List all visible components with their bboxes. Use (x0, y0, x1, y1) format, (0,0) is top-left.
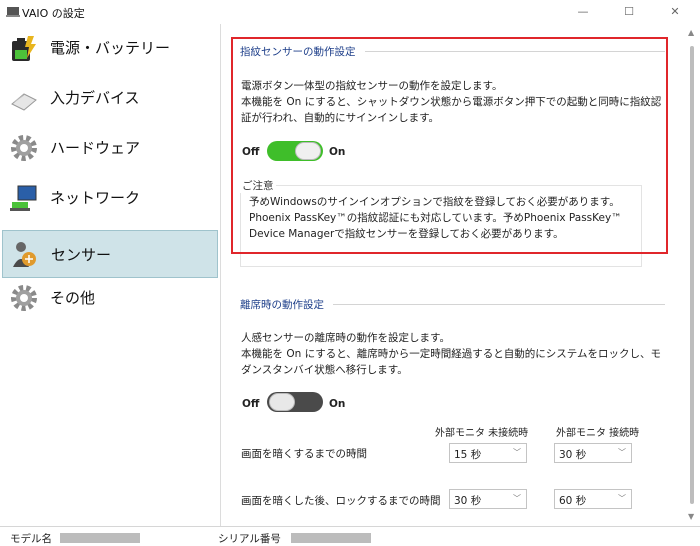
lock-time-connected-select[interactable]: 60 秒 ﹀ (554, 489, 632, 509)
status-bar: モデル名 シリアル番号 (0, 526, 700, 546)
toggle-knob (269, 393, 295, 411)
serial-number-label: シリアル番号 (218, 533, 281, 545)
chevron-down-icon: ﹀ (513, 494, 521, 503)
mouse-icon (11, 93, 37, 111)
window-title: VAIO の設定 (22, 7, 85, 20)
column-header-monitor-connected: 外部モニタ 接続時 (556, 428, 640, 439)
dim-time-label: 画面を暗くするまでの時間 (241, 448, 367, 460)
away-toggle-on-label: On (329, 398, 346, 410)
lock-time-disconnected-select[interactable]: 30 秒 ﹀ (449, 489, 527, 509)
column-header-monitor-disconnected: 外部モニタ 未接続時 (435, 428, 529, 439)
app-icon (6, 7, 20, 17)
away-desc-line2: 本機能を On にすると、離席時から一定時間経過すると自動的にシステムをロックし… (241, 348, 661, 360)
select-value: 30 秒 (454, 495, 482, 507)
maximize-button[interactable]: ☐ (606, 0, 652, 24)
dim-time-connected-select[interactable]: 30 秒 ﹀ (554, 443, 632, 463)
serial-number-value (291, 533, 371, 543)
sidebar-item-label: その他 (50, 289, 96, 307)
sensor-icon (13, 242, 36, 267)
select-value: 60 秒 (559, 495, 587, 507)
sidebar: 電源・バッテリー 入力デバイス ハードウェア ネットワーク センサー その他 (0, 24, 221, 526)
dim-time-disconnected-select[interactable]: 15 秒 ﹀ (449, 443, 527, 463)
gear-icon (11, 285, 37, 311)
away-desc-line3: ダンスタンバイ状態へ移行します。 (241, 364, 408, 376)
sidebar-item-network[interactable]: ネットワーク (2, 174, 218, 222)
model-name-label: モデル名 (10, 533, 52, 545)
sidebar-item-hardware[interactable]: ハードウェア (2, 124, 218, 172)
sidebar-item-label: 入力デバイス (50, 89, 140, 107)
chevron-down-icon: ﹀ (513, 448, 521, 457)
away-section-title: 離席時の動作設定 (240, 299, 324, 311)
sidebar-item-other[interactable]: その他 (2, 274, 218, 322)
lock-time-label: 画面を暗くした後、ロックするまでの時間 (241, 495, 441, 507)
vertical-scrollbar[interactable]: ▲ ▼ (684, 24, 700, 526)
away-toggle[interactable] (267, 392, 323, 412)
sidebar-item-label: センサー (51, 246, 112, 264)
scrollbar-thumb[interactable] (690, 46, 694, 504)
title-bar: VAIO の設定 — ☐ ✕ (0, 0, 700, 24)
close-button[interactable]: ✕ (652, 0, 698, 24)
sidebar-item-sensor[interactable]: センサー (2, 230, 218, 278)
chevron-down-icon: ﹀ (618, 448, 626, 457)
select-value: 15 秒 (454, 449, 482, 461)
scroll-down-icon[interactable]: ▼ (688, 512, 694, 521)
sidebar-item-input-devices[interactable]: 入力デバイス (2, 74, 218, 122)
gear-icon (11, 135, 37, 161)
sidebar-item-label: ネットワーク (50, 189, 141, 207)
scroll-up-icon[interactable]: ▲ (688, 28, 694, 37)
sidebar-item-power-battery[interactable]: 電源・バッテリー (2, 24, 218, 72)
section-divider (333, 304, 665, 305)
sidebar-item-label: 電源・バッテリー (50, 39, 171, 57)
away-desc-line1: 人感センサーの離席時の動作を設定します。 (241, 332, 450, 344)
chevron-down-icon: ﹀ (618, 494, 626, 503)
highlight-frame (231, 37, 668, 254)
battery-icon (12, 36, 36, 61)
select-value: 30 秒 (559, 449, 587, 461)
network-icon (10, 185, 37, 211)
sidebar-item-label: ハードウェア (50, 139, 141, 157)
away-toggle-off-label: Off (242, 398, 260, 410)
minimize-button[interactable]: — (560, 0, 606, 24)
model-name-value (60, 533, 140, 543)
